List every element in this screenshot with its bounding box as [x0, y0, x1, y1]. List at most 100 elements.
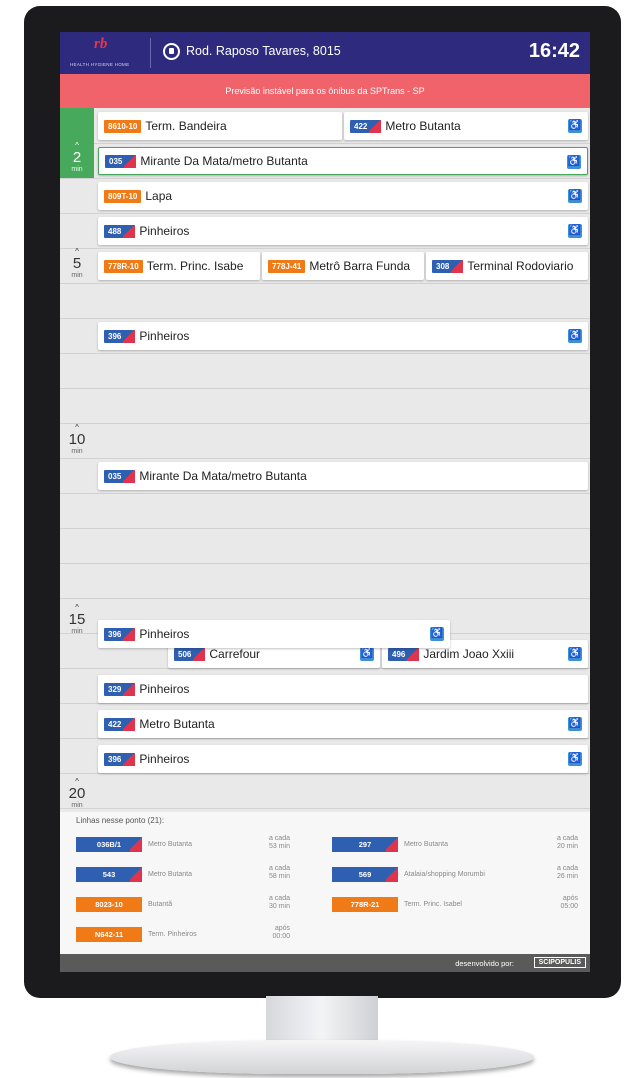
screen: rb HEALTH HYGIENE HOME Rod. Raposo Tavar… [60, 32, 590, 972]
lines-panel: Linhas nesse ponto (21): 036B/1 Metro Bu… [60, 812, 590, 954]
arrival-card[interactable]: 422 Metro Butanta ♿ [344, 112, 588, 140]
line-destination: Term. Pinheiros [148, 931, 197, 938]
frequency-value: 58 min [268, 873, 290, 880]
gridline [60, 143, 590, 144]
gridline [60, 458, 590, 459]
credit-bar: desenvolvido por: SCIPOPULIS [60, 954, 590, 972]
arrival-card[interactable]: 8610-10 Term. Bandeira [98, 112, 342, 140]
gridline [60, 808, 590, 809]
line-badge: 396 [104, 627, 136, 641]
frequency-value: 53 min [268, 843, 290, 850]
line-badge: 422 [350, 119, 382, 133]
line-item[interactable]: 8023-10 Butantã a cada 30 min [76, 894, 290, 914]
arrival-card[interactable]: 396 Pinheiros ♿ [98, 620, 450, 648]
destination: Jardim Joao Xxiii [423, 647, 515, 661]
frequency-value: 20 min [556, 843, 578, 850]
time-value: 2 [72, 149, 82, 166]
frequency-value: 30 min [268, 903, 290, 910]
arrival-card[interactable]: 396 Pinheiros ♿ [98, 745, 588, 773]
line-badge: 8610-10 [104, 119, 142, 133]
line-frequency: após 00:00 [272, 925, 290, 941]
line-badge: 035 [104, 469, 136, 483]
line-badge: 422 [104, 717, 136, 731]
arrival-card[interactable]: 488 Pinheiros ♿ [98, 217, 588, 245]
stop-name: Rod. Raposo Tavares, 8015 [186, 44, 341, 58]
arrival-card[interactable]: 778J-41 Metrô Barra Funda [262, 252, 424, 280]
gridline [60, 668, 590, 669]
line-item[interactable]: 543 Metro Butanta a cada 58 min [76, 864, 290, 884]
line-badge: 809T-10 [104, 189, 142, 203]
time-value: 15 [68, 611, 86, 628]
monitor-stand-neck [266, 996, 378, 1044]
arrival-card[interactable]: 035 Mirante Da Mata/metro Butanta [98, 462, 588, 490]
wheelchair-accessible-icon: ♿ [568, 224, 582, 238]
gridline [60, 283, 590, 284]
time-unit: min [71, 272, 83, 279]
gridline [60, 598, 590, 599]
line-destination: Butantã [148, 901, 173, 908]
destination: Metrô Barra Funda [309, 259, 411, 273]
arrival-card[interactable]: 778R-10 Term. Princ. Isabe [98, 252, 260, 280]
wheelchair-accessible-icon: ♿ [568, 717, 582, 731]
destination: Term. Bandeira [145, 119, 227, 133]
gridline [60, 528, 590, 529]
destination: Pinheiros [139, 329, 190, 343]
gridline [60, 773, 590, 774]
line-destination: Metro Butanta [148, 871, 192, 878]
arrival-card[interactable]: 329 Pinheiros [98, 675, 588, 703]
arrival-card[interactable]: 396 Pinheiros ♿ [98, 322, 588, 350]
destination: Lapa [145, 189, 173, 203]
line-code: 778R-21 [332, 897, 398, 912]
line-code: 569 [332, 867, 398, 882]
line-code: 8023-10 [76, 897, 142, 912]
time-unit: min [71, 448, 83, 455]
line-item[interactable]: 778R-21 Term. Princ. Isabel após 05:00 [332, 894, 578, 914]
line-badge: 778J-41 [268, 259, 306, 273]
line-frequency: a cada 58 min [269, 865, 290, 881]
frequency-value: 00:00 [272, 933, 290, 940]
line-code: 036B/1 [76, 837, 142, 852]
gridline [60, 178, 590, 179]
line-item[interactable]: 297 Metro Butanta a cada 20 min [332, 834, 578, 854]
line-frequency: a cada 26 min [557, 865, 578, 881]
destination: Pinheiros [139, 627, 190, 641]
gridline [60, 493, 590, 494]
gridline [60, 248, 590, 249]
line-frequency: após 05:00 [560, 895, 578, 911]
destination: Metro Butanta [385, 119, 461, 133]
scipopulis-logo-icon: SCIPOPULIS [533, 957, 586, 968]
frequency-value: 26 min [556, 873, 578, 880]
line-frequency: a cada 20 min [557, 835, 578, 851]
header-divider [150, 38, 151, 68]
arrival-card[interactable]: 422 Metro Butanta ♿ [98, 710, 588, 738]
time-value: 5 [72, 255, 82, 272]
arrival-card[interactable]: 308 Terminal Rodoviario [426, 252, 588, 280]
line-destination: Metro Butanta [148, 841, 192, 848]
line-code: N642-11 [76, 927, 142, 942]
line-item[interactable]: 036B/1 Metro Butanta a cada 53 min [76, 834, 290, 854]
wheelchair-accessible-icon: ♿ [360, 647, 374, 661]
logo-mark: rb [94, 36, 108, 52]
line-badge: 308 [432, 259, 464, 273]
time-label-15: ^ 15 min [60, 604, 94, 636]
time-value: 10 [68, 431, 86, 448]
lines-panel-title: Linhas nesse ponto (21): [76, 816, 165, 825]
destination: Mirante Da Mata/metro Butanta [139, 469, 307, 483]
gridline [60, 388, 590, 389]
credit-text: desenvolvido por: [455, 959, 514, 968]
wheelchair-accessible-icon: ♿ [568, 119, 582, 133]
line-destination: Term. Princ. Isabel [404, 901, 462, 908]
line-item[interactable]: 569 Atalaia/shopping Morumbi a cada 26 mi… [332, 864, 578, 884]
destination: Metro Butanta [139, 717, 215, 731]
line-item[interactable]: N642-11 Term. Pinheiros após 00:00 [76, 924, 290, 944]
frequency-label: após [274, 925, 290, 932]
time-label-2: ^ 2 min [60, 142, 94, 174]
now-indicator: ^ 2 min [60, 108, 94, 178]
line-badge: 488 [104, 224, 136, 238]
line-destination: Metro Butanta [404, 841, 448, 848]
line-code: 543 [76, 867, 142, 882]
arrival-card[interactable]: 809T-10 Lapa ♿ [98, 182, 588, 210]
arrival-card[interactable]: 035 Mirante Da Mata/metro Butanta ♿ [98, 147, 588, 175]
location-pin-icon [163, 43, 180, 60]
alert-banner: Previsão instável para os ônibus da SPTr… [60, 74, 590, 108]
